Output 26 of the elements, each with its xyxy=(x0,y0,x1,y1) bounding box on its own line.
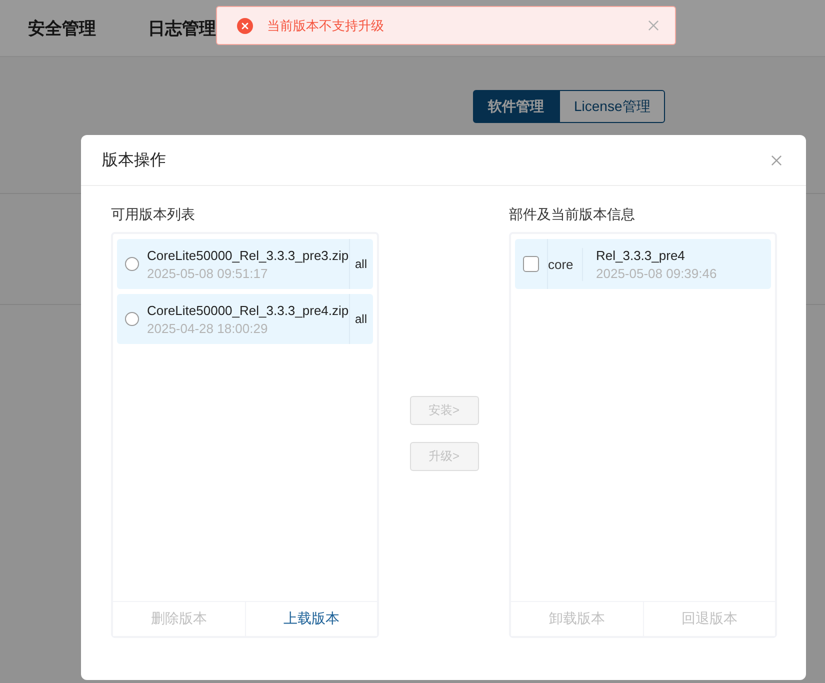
toast-message: 当前版本不支持升级 xyxy=(267,16,385,34)
timestamp: 2025-04-28 18:00:29 xyxy=(147,320,269,336)
nav-item[interactable]: 日志管理 xyxy=(148,16,216,40)
panel-title: 可用版本列表 xyxy=(111,206,196,224)
version-item[interactable]: CoreLite50000_Rel_3.3.3_pre4.zip 2025-04-28 18:00:29 all xyxy=(117,294,373,344)
close-icon[interactable] xyxy=(648,20,659,31)
checkbox[interactable] xyxy=(523,256,539,272)
file-name: CoreLite50000_Rel_3.3.3_pre4.zip xyxy=(147,302,349,318)
version-item[interactable]: CoreLite50000_Rel_3.3.3_pre3.zip 2025-05-08 09:51:17 all xyxy=(117,239,373,289)
radio-button[interactable] xyxy=(125,257,139,271)
tab[interactable]: License管理 xyxy=(559,90,666,123)
file-name: CoreLite50000_Rel_3.3.3_pre3.zip xyxy=(147,248,349,262)
tab[interactable]: 软件管理 xyxy=(473,90,559,123)
scope-label: all xyxy=(348,294,373,344)
dialog-title: 版本操作 xyxy=(102,150,166,170)
timestamp: 2025-05-08 09:51:17 xyxy=(147,266,269,280)
timestamp: 2025-05-08 09:39:46 xyxy=(596,266,718,280)
action-button[interactable]: 上载版本 xyxy=(244,602,377,636)
nav-item[interactable]: 安全管理 xyxy=(28,16,96,40)
scope-label: all xyxy=(348,239,373,289)
component-name: core xyxy=(547,239,582,289)
close-icon[interactable] xyxy=(771,154,782,166)
version-name: Rel_3.3.3_pre4 xyxy=(596,248,686,262)
panel-title: 部件及当前版本信息 xyxy=(509,206,636,224)
component-item[interactable]: core Rel_3.3.3_pre4 2025-05-08 09:39:46 xyxy=(515,239,771,289)
radio-button[interactable] xyxy=(125,312,139,326)
